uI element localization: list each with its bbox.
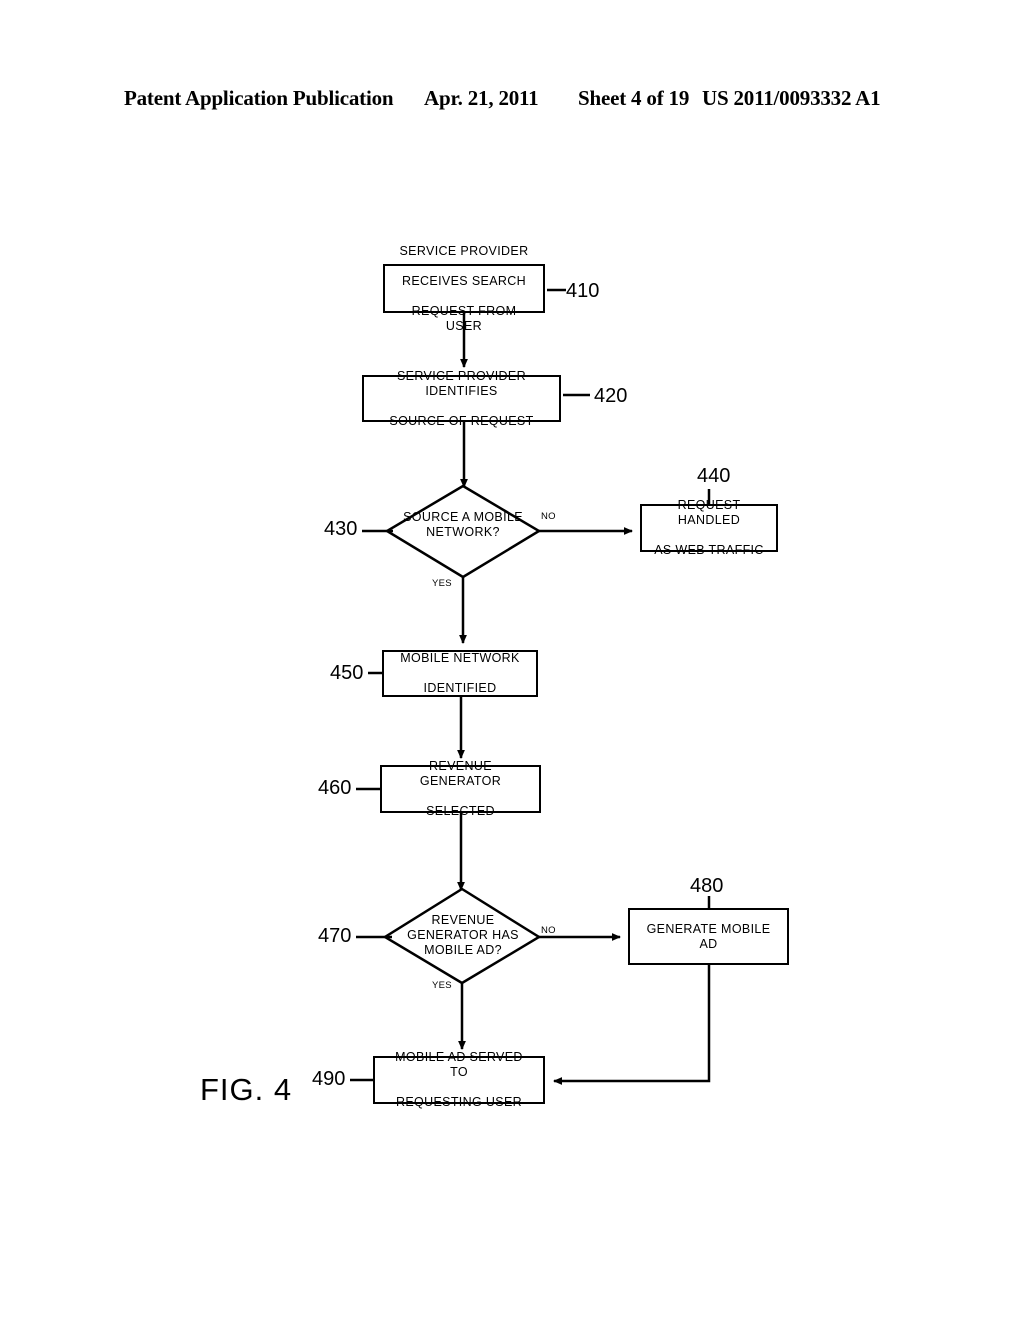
process-box-420: SERVICE PROVIDER IDENTIFIES SOURCE OF RE… (362, 369, 561, 428)
process-box-480-line1: GENERATE MOBILE AD (646, 921, 771, 951)
process-box-410-line2: RECEIVES SEARCH (401, 273, 527, 288)
process-box-490: MOBILE AD SERVED TO REQUESTING USER (373, 1050, 545, 1109)
reference-numeral-490: 490 (312, 1068, 346, 1090)
reference-numeral-450: 450 (330, 662, 364, 684)
branch-label-470-no: NO (541, 925, 556, 936)
reference-numeral-430: 430 (324, 518, 358, 540)
reference-numeral-460: 460 (318, 777, 352, 799)
reference-numeral-420: 420 (594, 385, 628, 407)
branch-label-470-yes: YES (432, 980, 452, 991)
process-box-460-line1: REVENUE GENERATOR (419, 759, 502, 788)
process-box-450-line2: IDENTIFIED (423, 681, 497, 695)
process-box-480: GENERATE MOBILE AD (628, 908, 789, 965)
process-box-450-line1: MOBILE NETWORK (400, 651, 520, 665)
figure-caption: FIG. 4 (200, 1072, 293, 1107)
process-box-440-line2: AS WEB TRAFFIC (654, 543, 764, 557)
reference-numeral-410: 410 (566, 280, 600, 302)
process-box-410: SERVICE PROVIDER RECEIVES SEARCH REQUEST… (383, 244, 545, 333)
process-box-410-line3: REQUEST FROM USER (411, 303, 517, 333)
process-box-440-line1: REQUEST HANDLED (677, 498, 741, 527)
process-box-420-line1: SERVICE PROVIDER IDENTIFIES (396, 368, 526, 398)
process-box-460: REVENUE GENERATOR SELECTED (380, 759, 541, 818)
decision-diamond-430 (384, 484, 542, 579)
reference-numeral-480: 480 (690, 875, 724, 897)
connector-480-to-490 (553, 965, 711, 1085)
reference-numeral-470: 470 (318, 925, 352, 947)
process-box-490-line2: REQUESTING USER (395, 1095, 523, 1109)
branch-label-430-yes: YES (432, 578, 452, 589)
decision-diamond-470 (382, 887, 542, 985)
reference-numeral-440: 440 (697, 465, 731, 487)
process-box-420-line2: SOURCE OF REQUEST (389, 413, 534, 428)
process-box-410-line1: SERVICE PROVIDER (399, 243, 529, 258)
process-box-490-line1: MOBILE AD SERVED TO (395, 1050, 523, 1079)
flowchart-figure: SERVICE PROVIDER RECEIVES SEARCH REQUEST… (0, 0, 1024, 1320)
process-box-460-line2: SELECTED (426, 804, 495, 818)
branch-label-430-no: NO (541, 511, 556, 522)
process-box-450: MOBILE NETWORK IDENTIFIED (382, 650, 538, 697)
process-box-440: REQUEST HANDLED AS WEB TRAFFIC (640, 498, 778, 557)
